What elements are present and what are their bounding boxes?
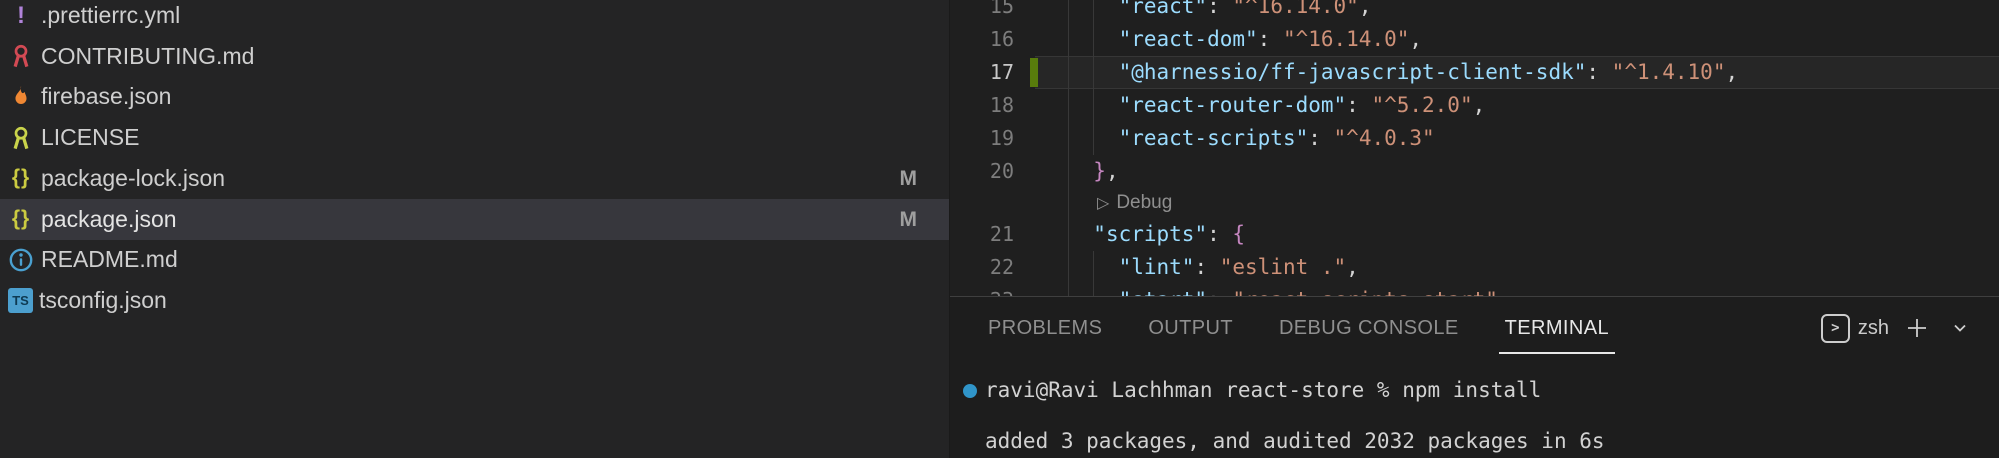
- line-number: 23: [950, 284, 1014, 296]
- panel-tab-problems[interactable]: PROBLEMS: [988, 297, 1102, 359]
- command-decoration-dot: [963, 384, 977, 398]
- bottom-panel: PROBLEMS OUTPUT DEBUG CONSOLE TERMINAL > zs…: [950, 296, 1999, 458]
- file-name: README.md: [41, 246, 178, 273]
- explorer-file-row[interactable]: !.prettierrc.yml: [0, 0, 949, 36]
- terminal-line: ravi@Ravi Lachhman react-store % npm ins…: [950, 374, 1999, 407]
- panel-controls: > zsh: [1821, 297, 1975, 359]
- line-number: 15: [950, 0, 1014, 23]
- panel-tab-terminal[interactable]: TERMINAL: [1505, 297, 1609, 359]
- explorer-file-row[interactable]: firebase.json: [0, 76, 949, 117]
- code-line[interactable]: 18 "react-router-dom": "^5.2.0",: [950, 89, 1999, 122]
- code-line[interactable]: 20 },: [950, 155, 1999, 188]
- code-text: "lint": "eslint .",: [1068, 251, 1359, 284]
- terminal-icon: >: [1821, 314, 1850, 343]
- explorer-file-row[interactable]: {}package-lock.json M: [0, 158, 949, 199]
- code-editor[interactable]: 15 "react": "^16.14.0",16 "react-dom": "…: [950, 0, 1999, 296]
- file-name: LICENSE: [41, 124, 139, 151]
- git-status-badge: M: [900, 158, 918, 199]
- terminal-text: ravi@Ravi Lachhman react-store % npm ins…: [985, 374, 1541, 407]
- line-number: 19: [950, 122, 1014, 155]
- flame-icon: [7, 83, 35, 111]
- terminal-text: added 3 packages, and audited 2032 packa…: [985, 425, 1605, 458]
- terminal-dropdown-button[interactable]: [1945, 313, 1975, 343]
- file-name: CONTRIBUTING.md: [41, 43, 254, 70]
- explorer-file-row[interactable]: {}package.json M: [0, 199, 949, 240]
- shell-selector[interactable]: > zsh: [1821, 314, 1889, 343]
- line-number: 18: [950, 89, 1014, 122]
- git-status-badge: M: [900, 199, 918, 240]
- prettier-exclamation-icon: !: [7, 2, 35, 30]
- file-name: .prettierrc.yml: [41, 2, 180, 29]
- terminal-output[interactable]: ravi@Ravi Lachhman react-store % npm ins…: [950, 359, 1999, 458]
- line-number: 21: [950, 218, 1014, 251]
- panel-tabs: PROBLEMS OUTPUT DEBUG CONSOLE TERMINAL: [988, 297, 1609, 359]
- explorer-file-row[interactable]: TStsconfig.json: [0, 280, 949, 321]
- code-text: "@harnessio/ff-javascript-client-sdk": "…: [1068, 56, 1738, 89]
- code-text: },: [1068, 155, 1119, 188]
- code-line[interactable]: 16 "react-dom": "^16.14.0",: [950, 23, 1999, 56]
- code-text: "react": "^16.14.0",: [1068, 0, 1371, 23]
- shell-label: zsh: [1858, 317, 1889, 340]
- code-text: "start": "react-scripts start",: [1068, 284, 1511, 296]
- file-name: tsconfig.json: [39, 287, 167, 314]
- line-number: 22: [950, 251, 1014, 284]
- code-line[interactable]: 19 "react-scripts": "^4.0.3": [950, 122, 1999, 155]
- json-braces-icon: {}: [7, 205, 35, 233]
- explorer-file-row[interactable]: LICENSE: [0, 117, 949, 158]
- play-outline-icon: ▷: [1097, 195, 1109, 212]
- explorer-sidebar: !.prettierrc.yml CONTRIBUTING.md firebas…: [0, 0, 950, 458]
- code-line[interactable]: 21 "scripts": {: [950, 218, 1999, 251]
- code-text: "react-dom": "^16.14.0",: [1068, 23, 1422, 56]
- explorer-file-row[interactable]: CONTRIBUTING.md: [0, 36, 949, 77]
- code-line[interactable]: 17 "@harnessio/ff-javascript-client-sdk"…: [950, 56, 1999, 89]
- codelens-label: Debug: [1116, 192, 1172, 213]
- code-text: "react-scripts": "^4.0.3": [1068, 122, 1435, 155]
- panel-tab-output[interactable]: OUTPUT: [1148, 297, 1233, 359]
- ribbon-icon: [7, 124, 35, 152]
- vscode-window: !.prettierrc.yml CONTRIBUTING.md firebas…: [0, 0, 1999, 458]
- file-name: firebase.json: [41, 83, 171, 110]
- terminal-line: added 3 packages, and audited 2032 packa…: [950, 425, 1999, 458]
- ribbon-icon: [7, 42, 35, 70]
- explorer-file-row[interactable]: README.md: [0, 239, 949, 280]
- line-number: 17: [950, 56, 1014, 89]
- code-line[interactable]: 23 "start": "react-scripts start",: [950, 284, 1999, 296]
- plus-icon: [1905, 316, 1929, 340]
- json-braces-icon: {}: [7, 164, 35, 192]
- code-text: "react-router-dom": "^5.2.0",: [1068, 89, 1485, 122]
- line-number: 16: [950, 23, 1014, 56]
- typescript-icon: TS: [8, 288, 33, 313]
- file-name: package-lock.json: [41, 165, 225, 192]
- gutter-added-indicator: [1030, 58, 1038, 87]
- chevron-down-icon: [1951, 319, 1969, 337]
- code-text: "scripts": {: [1068, 218, 1245, 251]
- new-terminal-button[interactable]: [1902, 313, 1932, 343]
- code-line[interactable]: 15 "react": "^16.14.0",: [950, 0, 1999, 23]
- file-name: package.json: [41, 206, 177, 233]
- line-number: 20: [950, 155, 1014, 188]
- codelens-debug[interactable]: ▷ Debug: [950, 188, 1999, 218]
- panel-tab-debug-console[interactable]: DEBUG CONSOLE: [1279, 297, 1459, 359]
- info-icon: [7, 246, 35, 274]
- code-line[interactable]: 22 "lint": "eslint .",: [950, 251, 1999, 284]
